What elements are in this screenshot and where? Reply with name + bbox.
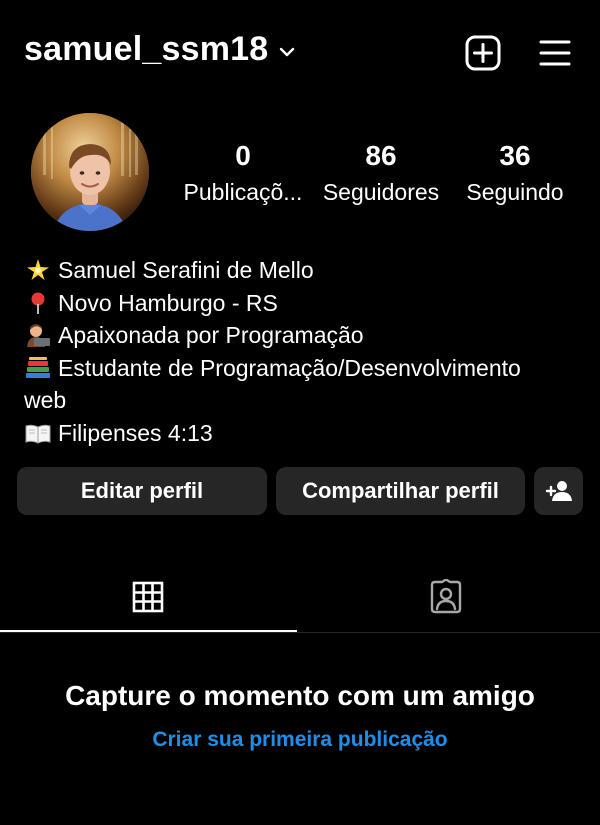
bio-line-study-continued: web [24, 384, 574, 417]
followers-stat[interactable]: 86 Seguidores [314, 140, 448, 206]
bio-line-name: Samuel Serafini de Mello [24, 254, 574, 287]
profile-stats: 0 Publicaçõ... 86 Seguidores 36 Seguindo [178, 140, 574, 220]
tab-tagged[interactable] [298, 562, 594, 632]
empty-state-title: Capture o momento com um amigo [65, 680, 535, 711]
grid-icon [132, 581, 164, 613]
tabs-divider [0, 632, 600, 633]
empty-state: Capture o momento com um amigo Criar sua… [0, 676, 600, 752]
posts-stat[interactable]: 0 Publicaçõ... [178, 140, 308, 206]
header-actions [465, 35, 573, 71]
bio-line-verse: Filipenses 4:13 [24, 417, 574, 450]
open-book-icon [24, 421, 52, 445]
edit-profile-button[interactable]: Editar perfil [17, 467, 267, 515]
bio-text-verse: Filipenses 4:13 [58, 419, 213, 446]
username: samuel_ssm18 [24, 30, 269, 68]
share-profile-button[interactable]: Compartilhar perfil [276, 467, 525, 515]
map-pin-icon [24, 291, 52, 315]
bio-line-location: Novo Hamburgo - RS [24, 287, 574, 320]
posts-label: Publicaçõ... [183, 179, 303, 205]
profile-bio: Samuel Serafini de Mello Novo Hamburgo -… [24, 254, 574, 449]
profile-tabs [0, 562, 600, 634]
tab-grid[interactable] [0, 562, 296, 632]
new-post-icon [465, 35, 501, 71]
bio-text-passion: Apaixonada por Programação [58, 322, 364, 348]
chevron-down-icon [278, 43, 296, 61]
books-icon [24, 356, 52, 380]
tagged-icon [430, 579, 462, 614]
menu-button[interactable] [537, 35, 573, 71]
profile-avatar[interactable] [31, 113, 149, 231]
menu-icon [539, 40, 571, 66]
bio-text-location: Novo Hamburgo - RS [58, 289, 278, 316]
bio-line-study: Estudante de Programação/Desenvolvimento [24, 352, 574, 385]
person-laptop-icon [24, 323, 52, 347]
discover-people-button[interactable] [534, 467, 583, 515]
profile-header: samuel_ssm18 [0, 0, 600, 108]
profile-actions: Editar perfil Compartilhar perfil [17, 467, 583, 515]
bio-line-passion: Apaixonada por Programação [24, 319, 574, 352]
create-first-post-link[interactable]: Criar sua primeira publicação [152, 728, 447, 752]
posts-count: 0 [235, 140, 251, 171]
new-post-button[interactable] [465, 35, 501, 71]
bio-text-study: Estudante de Programação/Desenvolvimento [58, 354, 521, 381]
following-count: 36 [499, 140, 531, 171]
followers-count: 86 [365, 140, 397, 171]
profile-photo [31, 113, 149, 231]
following-stat[interactable]: 36 Seguindo [448, 140, 582, 206]
bio-text-study-continued: web [24, 387, 67, 413]
add-person-icon [545, 481, 572, 501]
account-switcher[interactable]: samuel_ssm18 [24, 30, 296, 69]
sparkle-star-icon [24, 258, 52, 282]
bio-text-name: Samuel Serafini de Mello [58, 257, 314, 283]
followers-label: Seguidores [322, 179, 440, 205]
following-label: Seguindo [466, 179, 564, 205]
